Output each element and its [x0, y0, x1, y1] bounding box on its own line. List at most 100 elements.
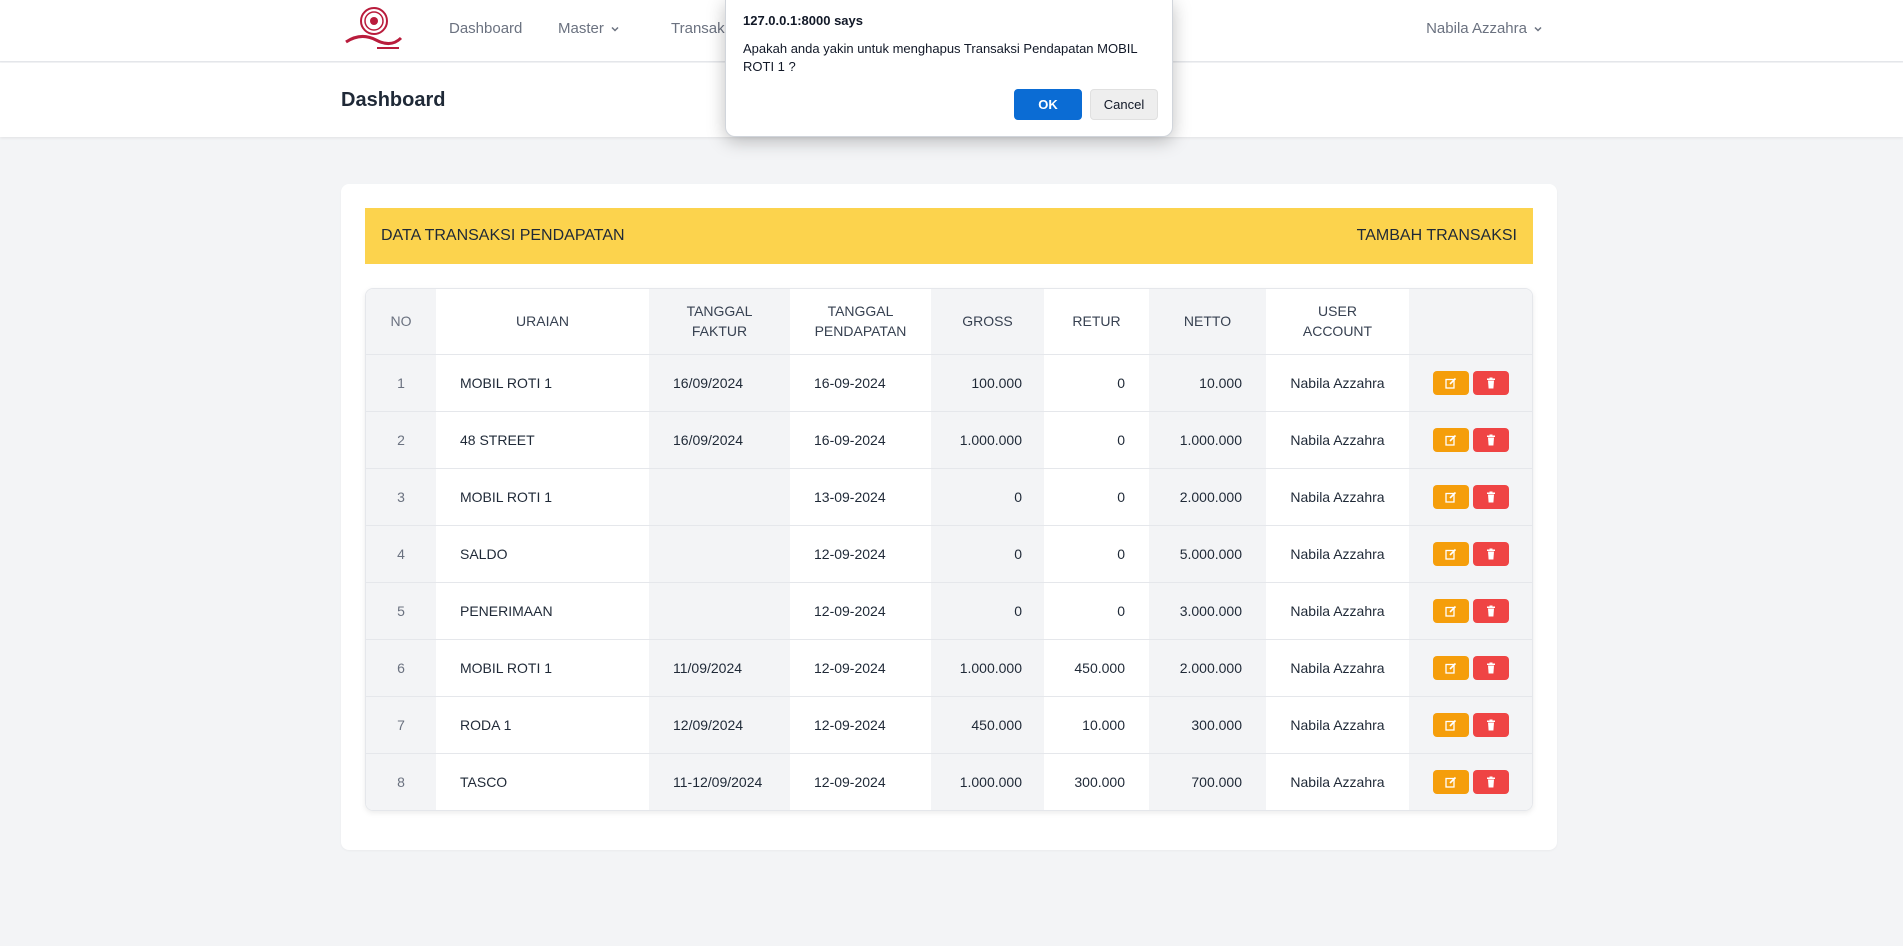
edit-icon	[1444, 491, 1456, 503]
edit-button[interactable]	[1432, 541, 1469, 566]
edit-icon	[1444, 548, 1456, 560]
edit-button[interactable]	[1432, 655, 1469, 680]
cell-netto: 5.000.000	[1149, 525, 1266, 583]
cell-tanggal-pendapatan: 12-09-2024	[790, 639, 931, 697]
dialog-cancel-button[interactable]: Cancel	[1090, 89, 1158, 120]
table-row: 4 SALDO 12-09-2024 0 0 5.000.000 Nabila Azzahr…	[366, 525, 1532, 583]
user-menu[interactable]: Nabila Azzahra	[1426, 20, 1543, 37]
edit-button[interactable]	[1432, 712, 1469, 737]
cell-gross: 1.000.000	[931, 639, 1044, 697]
table-row: 3 MOBIL ROTI 1 13-09-2024 0 0 2.000.000 Nabila…	[366, 468, 1532, 526]
cell-actions	[1409, 753, 1532, 810]
col-header-netto: NETTO	[1149, 289, 1266, 355]
delete-button[interactable]	[1472, 598, 1509, 623]
cell-tanggal-faktur: 16/09/2024	[649, 411, 790, 469]
col-header-actions	[1409, 289, 1532, 355]
cell-actions	[1409, 468, 1532, 526]
cell-no: 3	[366, 468, 436, 526]
edit-icon	[1444, 662, 1456, 674]
delete-button[interactable]	[1472, 484, 1509, 509]
cell-uraian: MOBIL ROTI 1	[436, 354, 649, 412]
delete-button[interactable]	[1472, 712, 1509, 737]
cell-actions	[1409, 639, 1532, 697]
delete-button[interactable]	[1472, 370, 1509, 395]
cell-retur: 0	[1044, 411, 1149, 469]
cell-retur: 0	[1044, 468, 1149, 526]
col-header-tanggal-faktur: TANGGAL FAKTUR	[649, 289, 790, 355]
cell-uraian: MOBIL ROTI 1	[436, 468, 649, 526]
delete-button[interactable]	[1472, 655, 1509, 680]
edit-button[interactable]	[1432, 598, 1469, 623]
table-row: 7 RODA 1 12/09/2024 12-09-2024 450.000 10.000…	[366, 696, 1532, 754]
table-row: 2 48 STREET 16/09/2024 16-09-2024 1.000.000 0…	[366, 411, 1532, 469]
edit-button[interactable]	[1432, 484, 1469, 509]
table-row: 5 PENERIMAAN 12-09-2024 0 0 3.000.000 Nabila A…	[366, 582, 1532, 640]
cell-gross: 0	[931, 525, 1044, 583]
cell-tanggal-pendapatan: 13-09-2024	[790, 468, 931, 526]
nav-master[interactable]: Master	[558, 20, 620, 37]
edit-icon	[1444, 719, 1456, 731]
dialog-ok-button[interactable]: OK	[1014, 89, 1082, 120]
table-banner: DATA TRANSAKSI PENDAPATAN TAMBAH TRANSAK…	[365, 208, 1533, 264]
cell-no: 1	[366, 354, 436, 412]
add-transaction-button[interactable]: TAMBAH TRANSAKSI	[1357, 227, 1517, 245]
trash-icon	[1486, 605, 1495, 616]
nav-dashboard-label: Dashboard	[449, 20, 523, 37]
cell-tanggal-faktur: 11/09/2024	[649, 639, 790, 697]
banner-title: DATA TRANSAKSI PENDAPATAN	[381, 227, 625, 244]
transactions-table: NO URAIAN TANGGAL FAKTUR TANGGAL PENDAPA…	[366, 289, 1532, 810]
cell-tanggal-pendapatan: 12-09-2024	[790, 696, 931, 754]
cell-user-account: Nabila Azzahra	[1266, 411, 1409, 469]
cell-tanggal-pendapatan: 12-09-2024	[790, 753, 931, 810]
chevron-down-icon	[1534, 26, 1542, 32]
cell-netto: 2.000.000	[1149, 639, 1266, 697]
cell-user-account: Nabila Azzahra	[1266, 696, 1409, 754]
delete-button[interactable]	[1472, 769, 1509, 794]
delete-button[interactable]	[1472, 427, 1509, 452]
cell-uraian: PENERIMAAN	[436, 582, 649, 640]
cell-netto: 300.000	[1149, 696, 1266, 754]
trash-icon	[1486, 548, 1495, 559]
cell-retur: 0	[1044, 525, 1149, 583]
edit-icon	[1444, 605, 1456, 617]
page-title: Dashboard	[341, 89, 446, 111]
trash-icon	[1486, 434, 1495, 445]
cell-uraian: RODA 1	[436, 696, 649, 754]
cell-actions	[1409, 525, 1532, 583]
edit-button[interactable]	[1432, 370, 1469, 395]
delete-button[interactable]	[1472, 541, 1509, 566]
nav-dashboard[interactable]: Dashboard	[449, 20, 522, 37]
cell-uraian: 48 STREET	[436, 411, 649, 469]
chevron-down-icon	[611, 26, 619, 32]
cell-no: 8	[366, 753, 436, 810]
cell-netto: 700.000	[1149, 753, 1266, 810]
table-header-row: NO URAIAN TANGGAL FAKTUR TANGGAL PENDAPA…	[366, 289, 1532, 355]
cell-netto: 1.000.000	[1149, 411, 1266, 469]
col-header-tanggal-pendapatan: TANGGAL PENDAPATAN	[790, 289, 931, 355]
cell-gross: 450.000	[931, 696, 1044, 754]
cell-tanggal-faktur	[649, 582, 790, 640]
user-name: Nabila Azzahra	[1426, 20, 1527, 37]
table-row: 6 MOBIL ROTI 1 11/09/2024 12-09-2024 1.000.0…	[366, 639, 1532, 697]
cell-user-account: Nabila Azzahra	[1266, 525, 1409, 583]
cell-user-account: Nabila Azzahra	[1266, 354, 1409, 412]
cell-tanggal-pendapatan: 12-09-2024	[790, 582, 931, 640]
brand-logo[interactable]	[341, 4, 403, 54]
edit-button[interactable]	[1432, 427, 1469, 452]
cell-tanggal-faktur: 12/09/2024	[649, 696, 790, 754]
edit-button[interactable]	[1432, 769, 1469, 794]
cell-gross: 1.000.000	[931, 411, 1044, 469]
cell-no: 7	[366, 696, 436, 754]
cell-tanggal-faktur	[649, 525, 790, 583]
cell-tanggal-pendapatan: 12-09-2024	[790, 525, 931, 583]
trash-icon	[1486, 662, 1495, 673]
cell-tanggal-pendapatan: 16-09-2024	[790, 354, 931, 412]
cell-user-account: Nabila Azzahra	[1266, 753, 1409, 810]
col-header-uraian: URAIAN	[436, 289, 649, 355]
col-header-gross: GROSS	[931, 289, 1044, 355]
nav-master-label: Master	[558, 20, 604, 37]
transactions-card: DATA TRANSAKSI PENDAPATAN TAMBAH TRANSAK…	[341, 184, 1557, 850]
col-header-user-account: USER ACCOUNT	[1266, 289, 1409, 355]
trash-icon	[1486, 491, 1495, 502]
cell-uraian: MOBIL ROTI 1	[436, 639, 649, 697]
